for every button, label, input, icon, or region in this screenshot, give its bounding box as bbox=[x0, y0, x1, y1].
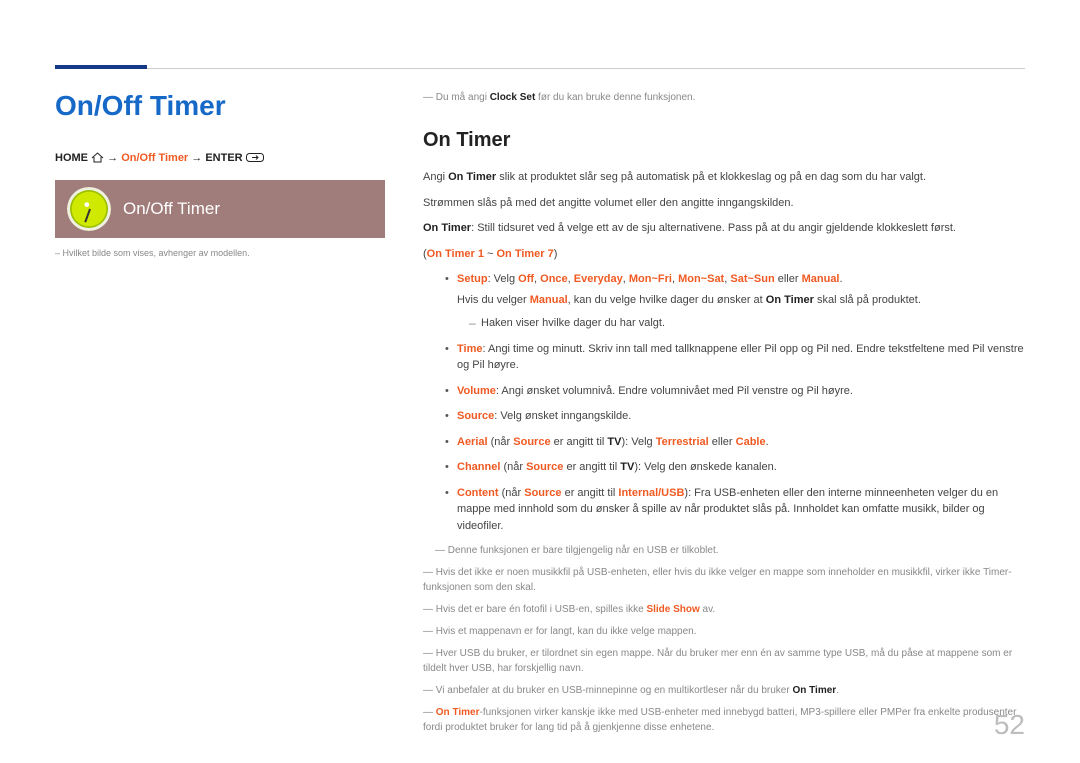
intro-line-3: On Timer: Still tidsuret ved å velge ett… bbox=[423, 220, 1025, 237]
option-channel: Channel (når Source er angitt til TV): V… bbox=[445, 459, 1025, 476]
setup-hake: Haken viser hvilke dager du har valgt. bbox=[469, 315, 1025, 332]
note-text: Du må angi bbox=[436, 92, 490, 103]
breadcrumb-enter: ENTER bbox=[205, 152, 242, 164]
top-rule bbox=[55, 68, 1025, 69]
footnote-3: ― Hvis det er bare én fotofil i USB-en, … bbox=[423, 602, 1025, 617]
option-source: Source: Velg ønsket inngangskilde. bbox=[445, 408, 1025, 425]
footnote-7: ― On Timer-funksjonen virker kanskje ikk… bbox=[423, 705, 1025, 735]
breadcrumb: HOME → On/Off Timer → ENTER bbox=[55, 152, 385, 166]
page-number: 52 bbox=[994, 709, 1025, 741]
menu-tile: On/Off Timer bbox=[55, 180, 385, 238]
intro-line-2: Strømmen slås på med det angitte volumet… bbox=[423, 195, 1025, 212]
enter-icon bbox=[246, 152, 264, 166]
clock-set-label: Clock Set bbox=[490, 92, 536, 103]
option-setup: Setup: Velg Off, Once, Everyday, Mon~Fri… bbox=[445, 271, 1025, 332]
home-icon bbox=[91, 152, 104, 166]
option-content: Content (når Source er angitt til Intern… bbox=[445, 485, 1025, 535]
footnote-2: ― Hvis det ikke er noen musikkfil på USB… bbox=[423, 565, 1025, 595]
footnote-1: ― Denne funksjonen er bare tilgjengelig … bbox=[435, 543, 1025, 558]
footnote-6: ― Vi anbefaler at du bruker en USB-minne… bbox=[423, 683, 1025, 698]
accent-rule bbox=[55, 65, 147, 69]
left-footnote: – Hvilket bilde som vises, avhenger av m… bbox=[55, 248, 385, 258]
option-time: Time: Angi time og minutt. Skriv inn tal… bbox=[445, 341, 1025, 374]
footnote-4: ― Hvis et mappenavn er for langt, kan du… bbox=[423, 624, 1025, 639]
manual-page: On/Off Timer HOME → On/Off Timer → ENTER… bbox=[0, 0, 1080, 763]
note-text: før du kan bruke denne funksjonen. bbox=[535, 92, 695, 103]
option-aerial: Aerial (når Source er angitt til TV): Ve… bbox=[445, 434, 1025, 451]
menu-tile-label: On/Off Timer bbox=[123, 199, 220, 219]
page-title: On/Off Timer bbox=[55, 90, 385, 122]
section-heading: On Timer bbox=[423, 125, 1025, 155]
setup-line2: Hvis du velger Manual, kan du velge hvil… bbox=[457, 292, 1025, 309]
breadcrumb-arrow: → bbox=[191, 152, 205, 164]
footnote-5: ― Hver USB du bruker, er tilordnet sin e… bbox=[423, 646, 1025, 676]
timer-range: (On Timer 1 ~ On Timer 7) bbox=[423, 246, 1025, 263]
option-volume: Volume: Angi ønsket volumnivå. Endre vol… bbox=[445, 383, 1025, 400]
intro-line-1: Angi On Timer slik at produktet slår seg… bbox=[423, 169, 1025, 186]
left-column: On/Off Timer HOME → On/Off Timer → ENTER… bbox=[55, 90, 385, 742]
options-list: Setup: Velg Off, Once, Everyday, Mon~Fri… bbox=[445, 271, 1025, 534]
breadcrumb-home: HOME bbox=[55, 152, 88, 164]
breadcrumb-arrow: → bbox=[107, 152, 121, 164]
footnote-text: Hvilket bilde som vises, avhenger av mod… bbox=[63, 248, 250, 258]
clockset-note: ― Du må angi Clock Set før du kan bruke … bbox=[423, 90, 1025, 105]
right-column: ― Du må angi Clock Set før du kan bruke … bbox=[423, 90, 1025, 742]
timer-icon bbox=[67, 187, 111, 231]
breadcrumb-mid: On/Off Timer bbox=[121, 152, 188, 164]
